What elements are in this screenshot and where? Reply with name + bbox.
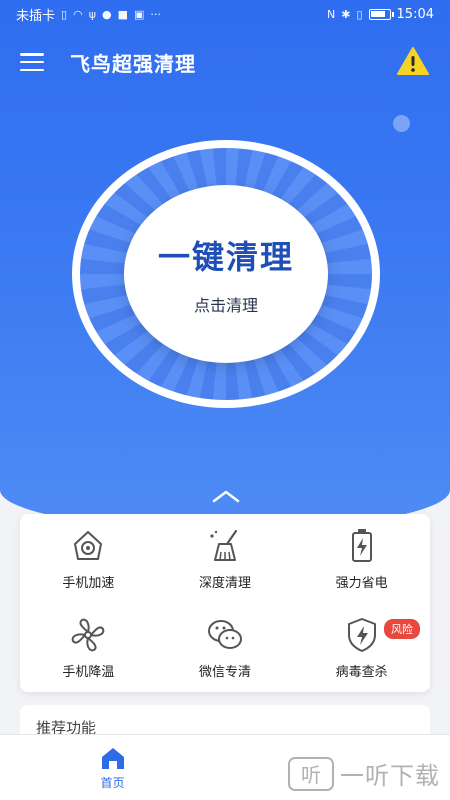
fan-icon	[72, 618, 105, 652]
menu-icon[interactable]	[20, 53, 44, 71]
shield-bolt-icon	[347, 618, 376, 652]
notification-icon: ●	[101, 7, 112, 21]
broom-icon	[210, 529, 238, 561]
home-icon	[101, 747, 124, 769]
func-label: 手机加速	[62, 576, 115, 591]
clean-ring-turbine: 一键清理 点击清理	[80, 148, 372, 400]
func-phone-boost[interactable]: 手机加速	[20, 514, 157, 603]
menu-line	[20, 60, 44, 64]
bluetooth-icon: ✱	[341, 7, 351, 21]
risk-badge: 风险	[384, 619, 420, 639]
more-icon: ···	[150, 7, 161, 21]
func-wechat-clean[interactable]: 微信专清	[157, 603, 294, 692]
func-label: 病毒查杀	[335, 665, 388, 680]
watermark-logo: 听	[288, 756, 334, 791]
clean-sub-label: 点击清理	[193, 296, 258, 315]
func-label: 强力省电	[335, 576, 388, 591]
func-power-save[interactable]: 强力省电	[293, 514, 430, 603]
battery-fill	[370, 10, 385, 17]
sim-icon: ▯	[61, 7, 68, 21]
menu-line	[20, 53, 44, 56]
clock: 15:04	[396, 6, 434, 22]
func-phone-cool[interactable]: 手机降温	[20, 603, 157, 692]
function-grid: 手机加速 深度清理 强力省电 手机降温 微信专清 病毒查杀 风险	[20, 514, 430, 692]
decor-bubble	[393, 115, 410, 132]
menu-line	[20, 68, 44, 71]
func-virus-scan[interactable]: 病毒查杀 风险	[293, 603, 430, 692]
watermark: 听 一听下载	[288, 756, 440, 791]
func-deep-clean[interactable]: 深度清理	[157, 514, 294, 603]
carrier-text: 未插卡	[16, 8, 56, 24]
status-left: 未插卡 ▯ ◠ ψ ● ■ ▣ ···	[16, 5, 161, 24]
wechat-icon	[207, 620, 242, 649]
func-label: 深度清理	[198, 576, 251, 591]
watermark-text: 一听下载	[340, 762, 440, 790]
usb-icon: ψ	[88, 7, 96, 21]
one-key-clean-button[interactable]: 一键清理 点击清理	[72, 140, 380, 408]
battery-icon	[368, 8, 394, 20]
nav-home[interactable]: 首页	[0, 735, 225, 800]
clean-main-label: 一键清理	[157, 238, 294, 276]
nfc-icon: N	[327, 7, 336, 21]
vibrate-icon: ▯	[356, 7, 363, 21]
gallery-icon: ▣	[133, 7, 145, 21]
watermark-logo-text: 听	[301, 763, 321, 787]
app-title: 飞鸟超强清理	[70, 51, 196, 76]
battery-bolt-icon	[351, 529, 372, 562]
nav-home-label: 首页	[100, 775, 125, 790]
status-bar: 未插卡 ▯ ◠ ψ ● ■ ▣ ··· N ✱ ▯ 15:04	[0, 0, 450, 28]
status-right: N ✱ ▯ 15:04	[327, 7, 434, 22]
wifi-icon: ◠	[73, 7, 83, 21]
clean-core: 一键清理 点击清理	[124, 185, 328, 363]
speedometer-icon	[74, 531, 103, 560]
warning-icon[interactable]	[396, 46, 430, 76]
app-bar: 飞鸟超强清理	[0, 40, 450, 84]
func-label: 微信专清	[198, 665, 251, 680]
chevron-up-icon[interactable]	[211, 488, 241, 504]
app-notify-icon: ■	[117, 7, 128, 21]
func-label: 手机降温	[62, 665, 115, 680]
